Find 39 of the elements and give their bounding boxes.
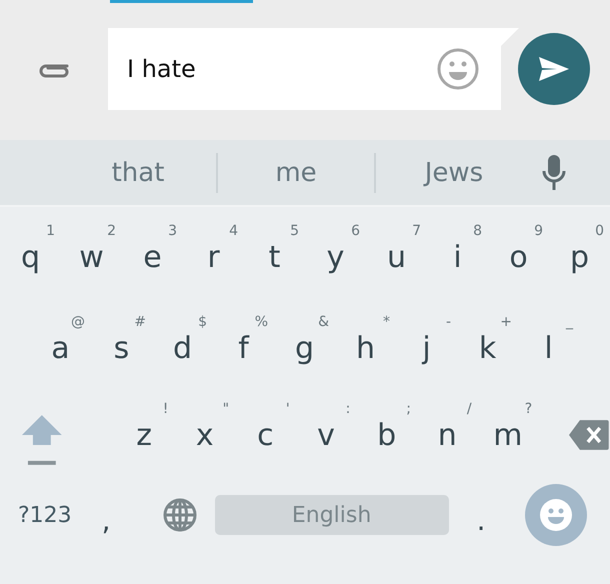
keyboard-key[interactable]: 2 w <box>61 227 122 287</box>
symbols-key[interactable]: ?123 <box>14 502 76 528</box>
keyboard-key[interactable]: 4 r <box>183 227 244 287</box>
keyboard-key[interactable]: ; b <box>356 405 417 465</box>
keyboard-key[interactable]: & g <box>274 318 335 378</box>
smiley-icon <box>539 498 574 532</box>
keyboard-key[interactable]: # s <box>91 318 152 378</box>
keyboard-key[interactable]: @ a <box>30 318 91 378</box>
keyboard-key[interactable]: ? m <box>478 405 538 465</box>
keyboard-key[interactable]: * h <box>335 318 396 378</box>
keyboard-key[interactable]: ' c <box>235 405 296 465</box>
microphone-icon[interactable] <box>542 154 566 190</box>
keyboard-key[interactable]: 5 t <box>244 227 305 287</box>
keyboard-key[interactable]: 6 y <box>305 227 366 287</box>
keyboard-key[interactable]: 1 q <box>0 227 61 287</box>
comma-key[interactable]: , <box>94 504 119 536</box>
keyboard-key[interactable]: 9 o <box>488 227 549 287</box>
suggestion[interactable]: that <box>60 158 216 188</box>
message-field[interactable]: I hate <box>108 28 519 110</box>
keyboard-key[interactable]: / n <box>416 405 478 465</box>
message-text: I hate <box>127 55 196 83</box>
keyboard-key[interactable]: 8 i <box>427 227 488 287</box>
keyboard-key[interactable]: 0 p <box>549 227 610 287</box>
keyboard-key[interactable]: : v <box>296 405 356 465</box>
keyboard-key[interactable]: 7 u <box>366 227 427 287</box>
suggestion[interactable]: me <box>218 158 374 188</box>
keyboard-key[interactable]: + k <box>457 318 518 378</box>
keyboard-key[interactable]: % f <box>213 318 274 378</box>
send-icon <box>537 55 571 83</box>
globe-icon[interactable] <box>162 498 197 532</box>
keyboard-key[interactable]: ! z <box>114 405 174 465</box>
keyboard-key[interactable]: _ l <box>518 318 579 378</box>
keyboard-key[interactable]: 3 e <box>122 227 183 287</box>
backspace-icon[interactable] <box>568 419 610 451</box>
period-key[interactable]: . <box>468 504 494 536</box>
keyboard-key[interactable]: - j <box>396 318 457 378</box>
smiley-icon[interactable] <box>437 48 479 90</box>
suggestion[interactable]: Jews <box>376 158 532 188</box>
keyboard-key[interactable]: " x <box>174 405 236 465</box>
